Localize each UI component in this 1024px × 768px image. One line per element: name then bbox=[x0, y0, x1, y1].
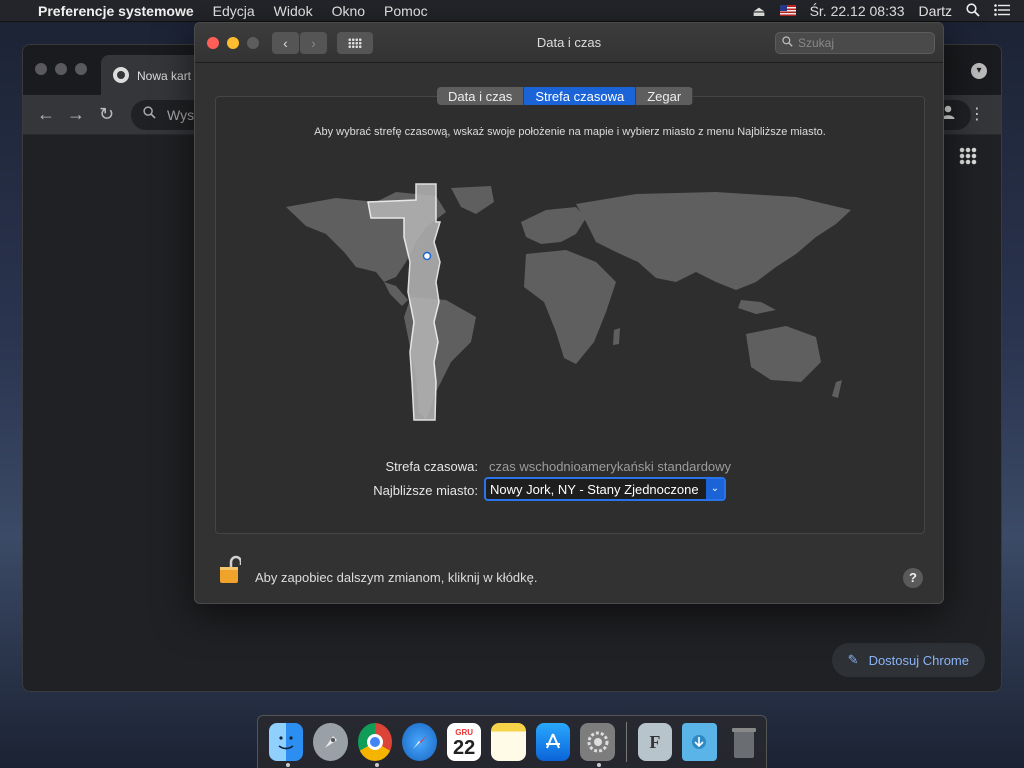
search-icon bbox=[143, 106, 156, 122]
font-book-icon[interactable]: F bbox=[637, 723, 673, 761]
menu-app-name[interactable]: Preferencje systemowe bbox=[38, 3, 194, 19]
closest-city-combobox[interactable]: Nowy Jork, NY - Stany Zjednoczone ⌄ bbox=[484, 477, 726, 501]
menu-bar: Preferencje systemowe Edycja Widok Okno … bbox=[0, 0, 1024, 22]
world-map[interactable] bbox=[276, 182, 876, 432]
menu-edit[interactable]: Edycja bbox=[213, 3, 255, 19]
calendar-month: GRU bbox=[455, 727, 473, 737]
date-time-prefs-window: ‹ › Data i czas Szukaj Data i czas Stref… bbox=[194, 22, 944, 604]
time-zone-label: Strefa czasowa: bbox=[385, 459, 479, 474]
finder-icon[interactable] bbox=[269, 723, 304, 767]
time-zone-panel: Aby wybrać strefę czasową, wskaż swoje p… bbox=[215, 96, 925, 534]
trash-icon[interactable] bbox=[727, 723, 761, 761]
help-button[interactable]: ? bbox=[903, 568, 923, 588]
time-zone-value: czas wschodnioamerykański standardowy bbox=[489, 459, 732, 474]
launchpad-rocket-icon[interactable] bbox=[313, 723, 348, 761]
safari-compass-icon[interactable] bbox=[402, 723, 437, 761]
google-apps-icon[interactable] bbox=[959, 147, 977, 165]
customize-chrome-label: Dostosuj Chrome bbox=[868, 652, 969, 668]
input-source-flag-icon[interactable] bbox=[779, 3, 796, 19]
chevron-down-icon[interactable]: ⌄ bbox=[706, 479, 724, 499]
chrome-logo-icon bbox=[113, 67, 129, 83]
chrome-app-icon[interactable] bbox=[357, 723, 393, 767]
chrome-minimize-button[interactable] bbox=[55, 63, 67, 75]
pref-tabs: Data i czas Strefa czasowa Zegar bbox=[437, 87, 694, 105]
omnibox-text: Wys bbox=[167, 107, 195, 123]
search-field[interactable]: Szukaj bbox=[775, 32, 935, 54]
tab-search-icon[interactable]: ▾ bbox=[971, 63, 987, 79]
search-icon bbox=[782, 36, 793, 50]
tab-date-time[interactable]: Data i czas bbox=[437, 87, 525, 105]
notes-icon[interactable] bbox=[491, 723, 526, 761]
closest-city-label: Najbliższe miasto: bbox=[373, 483, 478, 498]
notification-center-icon[interactable] bbox=[994, 3, 1010, 19]
forward-arrow-icon[interactable]: → bbox=[67, 104, 85, 125]
instruction-text: Aby wybrać strefę czasową, wskaż swoje p… bbox=[314, 126, 826, 138]
menu-view[interactable]: Widok bbox=[274, 3, 313, 19]
menubar-clock[interactable]: Śr. 22.12 08:33 bbox=[810, 3, 905, 19]
spotlight-search-icon[interactable] bbox=[966, 2, 980, 20]
menu-window[interactable]: Okno bbox=[332, 3, 365, 19]
dock: GRU 22 F bbox=[257, 715, 767, 768]
tab-clock[interactable]: Zegar bbox=[636, 87, 694, 105]
customize-chrome-button[interactable]: ✎ Dostosuj Chrome bbox=[831, 643, 985, 677]
app-store-icon[interactable] bbox=[535, 723, 571, 761]
menu-help[interactable]: Pomoc bbox=[384, 3, 428, 19]
menubar-user[interactable]: Dartz bbox=[919, 3, 952, 19]
calendar-icon[interactable]: GRU 22 bbox=[446, 723, 482, 761]
calendar-day: 22 bbox=[452, 736, 476, 759]
chrome-zoom-button[interactable] bbox=[75, 63, 87, 75]
chrome-tab-title: Nowa kart bbox=[137, 69, 192, 83]
tab-time-zone[interactable]: Strefa czasowa bbox=[524, 87, 637, 105]
unlocked-padlock-icon[interactable] bbox=[219, 555, 241, 585]
pencil-icon: ✎ bbox=[847, 652, 859, 667]
eject-icon[interactable]: ⏏ bbox=[752, 3, 765, 20]
window-titlebar: ‹ › Data i czas Szukaj bbox=[195, 23, 943, 63]
closest-city-value: Nowy Jork, NY - Stany Zjednoczone bbox=[490, 482, 699, 497]
back-arrow-icon[interactable]: ← bbox=[37, 104, 55, 125]
chrome-close-button[interactable] bbox=[35, 63, 47, 75]
chrome-center-icon bbox=[367, 734, 384, 750]
location-marker[interactable] bbox=[422, 251, 432, 261]
lock-hint-text: Aby zapobiec dalszym zmianom, kliknij w … bbox=[255, 570, 538, 585]
system-preferences-gear-icon[interactable] bbox=[580, 723, 615, 767]
more-menu-icon[interactable]: ⋮ bbox=[969, 104, 985, 124]
downloads-folder-icon[interactable] bbox=[682, 723, 717, 761]
dock-separator bbox=[625, 722, 627, 762]
search-placeholder: Szukaj bbox=[798, 36, 835, 50]
reload-icon[interactable]: ↻ bbox=[99, 104, 114, 125]
